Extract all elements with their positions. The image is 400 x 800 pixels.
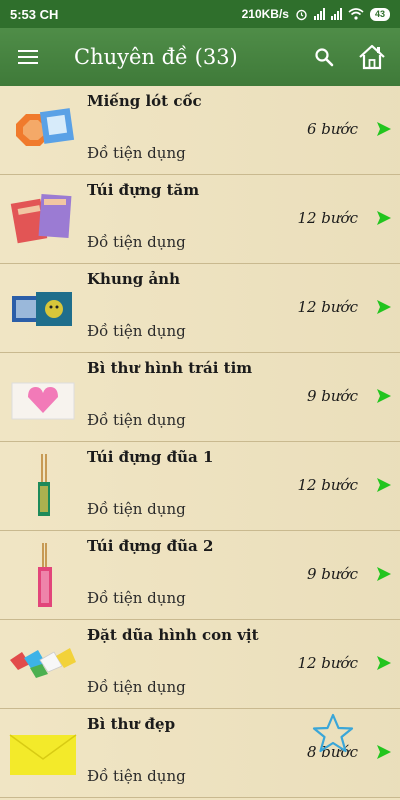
network-speed: 210KB/s	[241, 7, 289, 21]
status-time: 5:53 CH	[10, 6, 59, 22]
item-category: Đồ tiện dụng	[87, 589, 186, 607]
item-thumbnail	[38, 454, 50, 516]
list-item[interactable]: Túi đựng tăm Đồ tiện dụng 12 bước	[0, 175, 400, 264]
list-item[interactable]: Túi đựng đũa 2 Đồ tiện dụng 9 bước	[0, 531, 400, 620]
menu-button[interactable]	[0, 28, 56, 86]
battery-icon: 43	[369, 7, 390, 21]
item-thumbnail	[10, 648, 76, 678]
item-title: Bì thư đẹp	[87, 715, 176, 733]
page-title: Chuyên đề (33)	[74, 45, 238, 69]
chevron-right-icon	[377, 567, 391, 581]
item-steps: 9 bước	[306, 387, 358, 405]
chevron-right-icon	[377, 122, 391, 136]
item-thumbnail	[10, 194, 72, 244]
menu-icon	[18, 50, 38, 64]
status-bar: 5:53 CH 210KB/s 43	[0, 0, 400, 28]
list-item[interactable]: Bì thư hình trái tim Đồ tiện dụng 9 bước	[0, 353, 400, 442]
status-icons: 210KB/s 43	[242, 7, 390, 21]
signal-icon-2	[330, 8, 342, 20]
alarm-icon	[296, 9, 307, 20]
item-thumbnail	[16, 108, 75, 146]
chevron-right-icon	[377, 656, 391, 670]
item-title: Túi đựng đũa 2	[87, 537, 214, 555]
topic-list: Miếng lót cốc Đồ tiện dụng 6 bước Túi đự…	[0, 86, 400, 798]
item-title: Khung ảnh	[87, 270, 180, 288]
item-category: Đồ tiện dụng	[87, 144, 186, 162]
item-thumbnail	[9, 734, 77, 775]
item-steps: 12 bước	[297, 298, 358, 316]
chevron-right-icon	[377, 745, 391, 759]
item-category: Đồ tiện dụng	[87, 411, 186, 429]
item-category: Đồ tiện dụng	[87, 322, 186, 340]
list-item[interactable]: Khung ảnh Đồ tiện dụng 12 bước	[0, 264, 400, 353]
signal-icon	[313, 8, 325, 20]
item-steps: 12 bước	[297, 209, 358, 227]
home-icon	[359, 44, 385, 70]
search-button[interactable]	[304, 28, 344, 86]
list-item[interactable]: Miếng lót cốc Đồ tiện dụng 6 bước	[0, 86, 400, 175]
item-steps: 12 bước	[297, 654, 358, 672]
item-category: Đồ tiện dụng	[87, 233, 186, 251]
item-title: Đặt dũa hình con vịt	[87, 626, 259, 644]
item-thumbnail	[38, 543, 52, 607]
list-item[interactable]: Đặt dũa hình con vịt Đồ tiện dụng 12 bướ…	[0, 620, 400, 709]
chevron-right-icon	[377, 478, 391, 492]
item-title: Bì thư hình trái tim	[87, 359, 253, 377]
item-title: Túi đựng đũa 1	[87, 448, 214, 466]
search-icon	[315, 48, 334, 67]
item-category: Đồ tiện dụng	[87, 678, 186, 696]
wifi-icon	[348, 8, 364, 20]
item-title: Miếng lót cốc	[87, 92, 202, 110]
chevron-right-icon	[377, 300, 391, 314]
star-outline-icon[interactable]	[311, 712, 355, 756]
item-steps: 12 bước	[297, 476, 358, 494]
chevron-right-icon	[377, 211, 391, 225]
item-thumbnail	[12, 292, 72, 326]
home-button[interactable]	[344, 28, 400, 86]
item-category: Đồ tiện dụng	[87, 500, 186, 518]
item-thumbnail	[11, 382, 75, 420]
item-steps: 9 bước	[306, 565, 358, 583]
item-title: Túi đựng tăm	[87, 181, 200, 199]
app-bar: Chuyên đề (33)	[0, 28, 400, 86]
chevron-right-icon	[377, 389, 391, 403]
item-category: Đồ tiện dụng	[87, 767, 186, 785]
item-steps: 6 bước	[306, 120, 358, 138]
list-item[interactable]: Túi đựng đũa 1 Đồ tiện dụng 12 bước	[0, 442, 400, 531]
